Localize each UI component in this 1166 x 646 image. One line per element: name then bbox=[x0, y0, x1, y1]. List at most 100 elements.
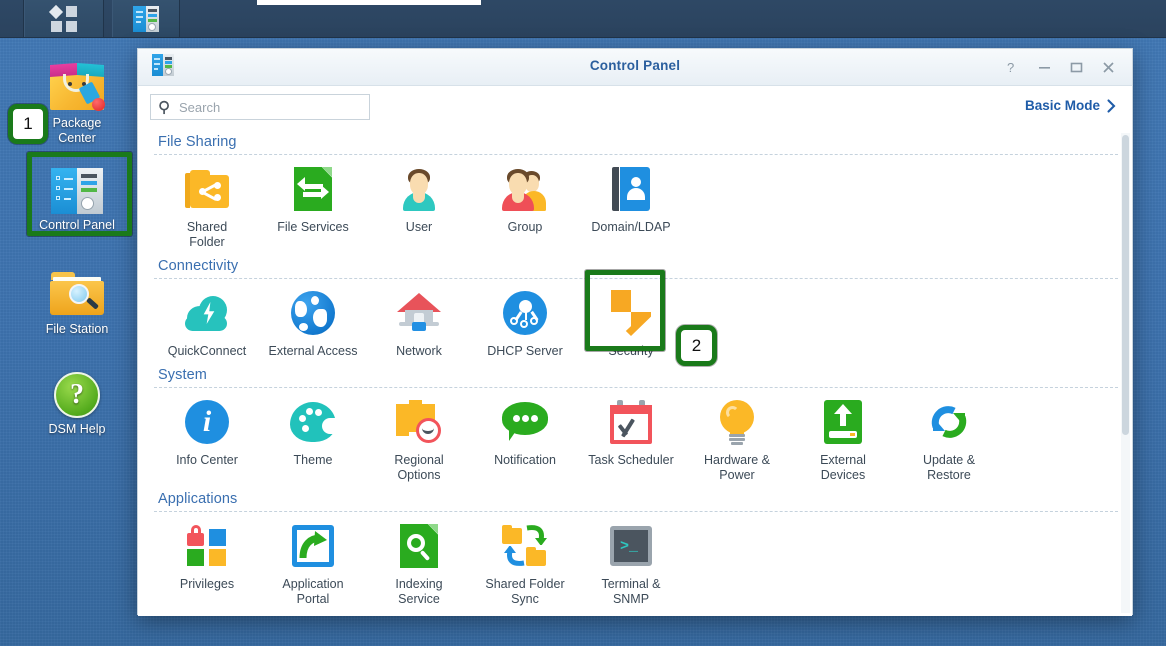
taskbar-white-strip bbox=[257, 0, 481, 5]
window-toolbar: Basic Mode bbox=[138, 86, 1132, 132]
tile-label: Regional Options bbox=[394, 453, 444, 482]
desktop-shortcut-file-station[interactable]: File Station bbox=[25, 262, 129, 337]
shared-folder-icon bbox=[185, 163, 229, 215]
tile-file-services[interactable]: File Services bbox=[260, 159, 366, 256]
tile-label: Application Portal bbox=[282, 577, 344, 606]
search-box[interactable] bbox=[150, 94, 370, 120]
search-icon bbox=[151, 100, 179, 115]
tile-label: File Services bbox=[277, 220, 349, 234]
tile-external-devices[interactable]: External Devices bbox=[790, 392, 896, 489]
tile-label: Privileges bbox=[179, 577, 235, 591]
tile-label: User bbox=[405, 220, 433, 234]
tile-user[interactable]: User bbox=[366, 159, 472, 256]
tile-label: Task Scheduler bbox=[588, 453, 674, 467]
tile-shared-folder-sync[interactable]: Shared Folder Sync bbox=[472, 516, 578, 613]
tile-label: QuickConnect bbox=[167, 344, 247, 358]
tile-group[interactable]: Group bbox=[472, 159, 578, 256]
close-button[interactable] bbox=[1094, 55, 1122, 81]
tile-task-scheduler[interactable]: Task Scheduler bbox=[578, 392, 684, 489]
taskbar-main-menu-button[interactable] bbox=[24, 0, 104, 37]
tile-network[interactable]: Network bbox=[366, 283, 472, 365]
tile-privileges[interactable]: Privileges bbox=[154, 516, 260, 613]
dsm-help-icon: ? bbox=[25, 362, 129, 418]
tile-label: Network bbox=[396, 344, 442, 358]
tile-label: Theme bbox=[293, 453, 333, 467]
tile-label: Info Center bbox=[176, 453, 238, 467]
tile-quickconnect[interactable]: QuickConnect bbox=[154, 283, 260, 365]
section-divider bbox=[154, 387, 1118, 388]
section-grid-file-sharing: Shared Folder File Services User Group D… bbox=[154, 159, 1118, 256]
external-devices-icon bbox=[824, 396, 862, 448]
tile-label: Group bbox=[507, 220, 543, 234]
desktop-shortcut-dsm-help[interactable]: ? DSM Help bbox=[25, 362, 129, 437]
basic-mode-label: Basic Mode bbox=[1024, 98, 1100, 113]
taskbar-edge-stub bbox=[0, 0, 24, 37]
minimize-button[interactable] bbox=[1030, 55, 1058, 81]
file-services-icon bbox=[294, 163, 332, 215]
tile-label: External Access bbox=[268, 344, 358, 358]
content-scrollbar[interactable] bbox=[1121, 133, 1130, 613]
tile-label: External Devices bbox=[820, 453, 866, 482]
apps-grid-icon bbox=[48, 4, 77, 32]
tile-hardware-power[interactable]: Hardware & Power bbox=[684, 392, 790, 489]
tile-regional-options[interactable]: Regional Options bbox=[366, 392, 472, 489]
section-title-system: System bbox=[158, 367, 207, 383]
taskbar-control-panel-button[interactable] bbox=[112, 0, 180, 37]
taskbar bbox=[0, 0, 1166, 38]
highlight-box-security-tile bbox=[585, 270, 665, 351]
tile-label: Indexing Service bbox=[395, 577, 443, 606]
shared-folder-sync-icon bbox=[502, 520, 548, 572]
quickconnect-icon bbox=[183, 287, 231, 339]
notification-icon bbox=[502, 396, 548, 448]
section-grid-applications: Privileges Application Portal Indexing S… bbox=[154, 516, 1118, 613]
privileges-icon bbox=[187, 520, 227, 572]
shortcut-label: DSM Help bbox=[48, 422, 106, 436]
tile-domain-ldap[interactable]: Domain/LDAP bbox=[578, 159, 684, 256]
tile-notification[interactable]: Notification bbox=[472, 392, 578, 489]
application-portal-icon bbox=[292, 520, 334, 572]
tile-label: DHCP Server bbox=[487, 344, 563, 358]
domain-ldap-icon bbox=[612, 163, 650, 215]
tile-dhcp-server[interactable]: DHCP Server bbox=[472, 283, 578, 365]
svg-text:?: ? bbox=[1007, 61, 1014, 74]
indexing-service-icon bbox=[400, 520, 438, 572]
tile-label: Domain/LDAP bbox=[591, 220, 671, 234]
chevron-right-icon bbox=[1107, 98, 1116, 113]
scrollbar-thumb[interactable] bbox=[1122, 135, 1129, 435]
highlight-box-control-panel-shortcut bbox=[27, 152, 132, 236]
info-center-icon: i bbox=[185, 396, 229, 448]
tile-indexing-service[interactable]: Indexing Service bbox=[366, 516, 472, 613]
section-title-file-sharing: File Sharing bbox=[158, 134, 237, 150]
tile-update-restore[interactable]: Update & Restore bbox=[896, 392, 1002, 489]
external-access-icon bbox=[291, 287, 335, 339]
basic-mode-toggle[interactable]: Basic Mode bbox=[1025, 98, 1116, 113]
control-panel-icon bbox=[133, 5, 159, 32]
task-scheduler-icon bbox=[610, 396, 652, 448]
tile-label: Terminal & SNMP bbox=[601, 577, 661, 606]
update-restore-icon bbox=[927, 396, 971, 448]
terminal-snmp-icon: >_ bbox=[610, 520, 652, 572]
dhcp-server-icon bbox=[503, 287, 547, 339]
tile-shared-folder[interactable]: Shared Folder bbox=[154, 159, 260, 256]
help-button[interactable]: ? bbox=[998, 55, 1026, 81]
section-grid-system: i Info Center Theme Regional Options Not… bbox=[154, 392, 1118, 489]
tile-application-portal[interactable]: Application Portal bbox=[260, 516, 366, 613]
tile-external-access[interactable]: External Access bbox=[260, 283, 366, 365]
tile-label: Notification bbox=[494, 453, 556, 467]
shortcut-label: File Station bbox=[45, 322, 109, 336]
tile-info-center[interactable]: i Info Center bbox=[154, 392, 260, 489]
search-input[interactable] bbox=[179, 99, 369, 115]
control-panel-content: File Sharing Shared Folder File Services… bbox=[138, 132, 1132, 616]
annotation-badge-2: 2 bbox=[676, 325, 717, 366]
file-station-icon bbox=[25, 262, 129, 318]
tile-terminal-snmp[interactable]: >_ Terminal & SNMP bbox=[578, 516, 684, 613]
maximize-button[interactable] bbox=[1062, 55, 1090, 81]
window-title: Control Panel bbox=[589, 58, 681, 73]
tile-theme[interactable]: Theme bbox=[260, 392, 366, 489]
tile-label: Update & Restore bbox=[922, 453, 976, 482]
window-titlebar[interactable]: Control Panel ? bbox=[138, 49, 1132, 86]
section-divider bbox=[154, 154, 1118, 155]
annotation-badge-1: 1 bbox=[8, 104, 48, 144]
regional-options-icon bbox=[396, 396, 442, 448]
theme-icon bbox=[290, 396, 337, 448]
